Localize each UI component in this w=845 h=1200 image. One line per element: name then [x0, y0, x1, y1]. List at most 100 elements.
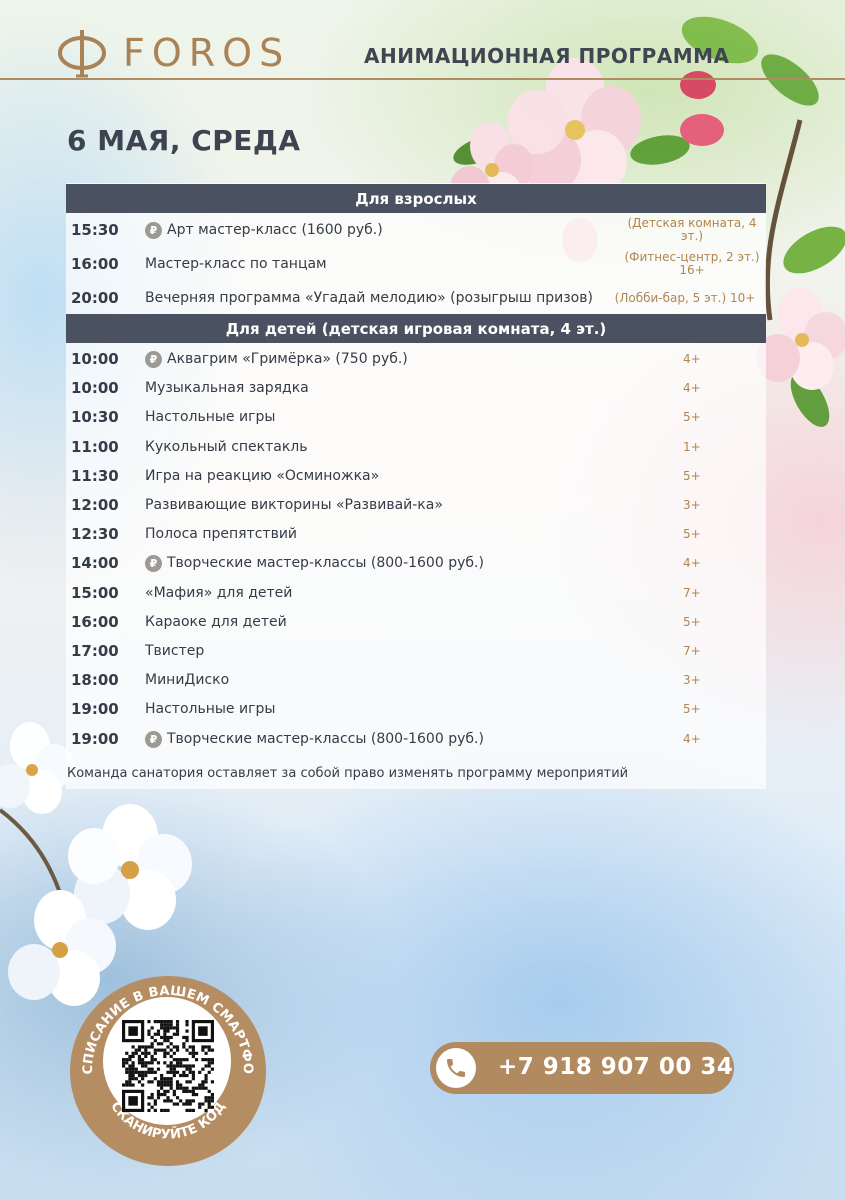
schedule-row: 17:00 Твистер 7+ [66, 637, 766, 665]
event-name: Кукольный спектакль [145, 439, 308, 455]
ruble-coin-icon: ₽ [145, 554, 162, 572]
age-limit: 5+ [683, 410, 701, 424]
event-name-text: Кукольный спектакль [145, 439, 308, 455]
event-time: 14:00 [71, 554, 119, 572]
event-name-text: Настольные игры [145, 409, 276, 425]
event-name-text: Полоса препятствий [145, 526, 298, 542]
event-time: 18:00 [71, 671, 119, 689]
age-limit: 5+ [683, 702, 701, 716]
phone-icon [436, 1048, 476, 1088]
event-place: (Фитнес-центр, 2 эт.) 16+ [624, 250, 760, 277]
schedule-row: 16:00 Караоке для детей 5+ [66, 608, 766, 636]
event-name: ₽ Творческие мастер-классы (800-1600 руб.… [145, 554, 484, 572]
event-name: Настольные игры [145, 701, 275, 717]
event-time: 12:30 [71, 525, 119, 543]
event-name: Вечерняя программа «Угадай мелодию» (роз… [145, 290, 593, 306]
event-time: 15:00 [71, 584, 119, 602]
program-title: АНИМАЦИОННАЯ ПРОГРАММА [364, 44, 730, 68]
event-name: «Мафия» для детей [145, 585, 292, 601]
qr-code[interactable] [122, 1020, 214, 1112]
event-time: 19:00 [71, 730, 119, 748]
schedule-row: 11:00 Кукольный спектакль 1+ [66, 433, 766, 461]
schedule-row: 12:00 Развивающие викторины «Развивай-ка»… [66, 491, 766, 519]
disclaimer-note: Команда санатория оставляет за собой пра… [67, 766, 629, 781]
age-limit: 5+ [683, 615, 701, 629]
event-time: 10:30 [71, 408, 119, 426]
schedule-row: 10:30 Настольные игры 5+ [66, 403, 766, 431]
event-name-text: «Мафия» для детей [145, 585, 293, 601]
age-limit: 7+ [683, 586, 701, 600]
age-limit: 4+ [683, 732, 701, 746]
event-name-text: Настольные игры [145, 701, 276, 717]
ruble-coin-icon: ₽ [145, 350, 162, 368]
event-time: 11:00 [71, 438, 119, 456]
event-time: 11:30 [71, 467, 119, 485]
event-name-text: Твистер [145, 643, 205, 659]
brand-logo: FOROS [55, 26, 290, 80]
event-name: Музыкальная зарядка [145, 380, 309, 396]
schedule-row: 10:00 Музыкальная зарядка 4+ [66, 374, 766, 402]
age-limit: 4+ [683, 352, 701, 366]
phone-number[interactable]: +7 918 907 00 34 [498, 1054, 733, 1080]
event-place: (Лобби-бар, 5 эт.) 10+ [614, 290, 756, 305]
event-name: МиниДиско [145, 672, 229, 688]
qr-badge: РАСПИСАНИЕ В ВАШЕМ СМАРТФОНЕ СКАНИРУЙТЕ … [70, 976, 266, 1166]
schedule-row: 18:00 МиниДиско 3+ [66, 666, 766, 694]
event-name-text: МиниДиско [145, 672, 230, 688]
event-time: 16:00 [71, 613, 119, 631]
age-limit: 1+ [683, 440, 701, 454]
event-name: Развивающие викторины «Развивай-ка» [145, 497, 443, 513]
age-limit: 5+ [683, 469, 701, 483]
schedule-row: 14:00 ₽ Творческие мастер-классы (800-1600… [66, 549, 766, 577]
event-time: 12:00 [71, 496, 119, 514]
ruble-coin-icon: ₽ [145, 730, 162, 748]
phone-contact-button[interactable]: +7 918 907 00 34 [430, 1042, 734, 1094]
age-limit: 5+ [683, 527, 701, 541]
age-limit: 4+ [683, 381, 701, 395]
event-time: 20:00 [71, 289, 119, 307]
event-name: Настольные игры [145, 409, 275, 425]
event-name: ₽ Арт мастер-класс (1600 руб.) [145, 221, 383, 239]
event-time: 10:00 [71, 379, 119, 397]
event-name: Мастер-класс по танцам [145, 256, 327, 272]
event-place: (Детская комната, 4 эт.) [627, 216, 757, 243]
event-time: 15:30 [71, 221, 119, 239]
event-name-text: Развивающие викторины «Развивай-ка» [145, 497, 443, 513]
event-name: Игра на реакцию «Осминожка» [145, 468, 379, 484]
event-time: 16:00 [71, 255, 119, 273]
event-name: Караоке для детей [145, 614, 287, 630]
schedule-row: 12:30 Полоса препятствий 5+ [66, 520, 766, 548]
event-name-text: Аквагрим «Гримёрка» (750 руб.) [167, 351, 408, 367]
foros-logo-mark-icon [58, 30, 106, 78]
schedule-row: 16:00 Мастер-класс по танцам (Фитнес-цен… [66, 250, 766, 278]
section-header-adults: Для взрослых [66, 184, 766, 213]
event-name: ₽ Аквагрим «Гримёрка» (750 руб.) [145, 350, 408, 368]
age-limit: 3+ [683, 673, 701, 687]
event-time: 10:00 [71, 350, 119, 368]
event-name: Твистер [145, 643, 204, 659]
event-name-text: Караоке для детей [145, 614, 287, 630]
age-limit: 7+ [683, 644, 701, 658]
schedule-row: 15:30 ₽ Арт мастер-класс (1600 руб.) (Де… [66, 216, 766, 244]
header-divider [0, 78, 845, 80]
event-name: ₽ Творческие мастер-классы (800-1600 руб.… [145, 730, 484, 748]
event-name-text: Творческие мастер-классы (800-1600 руб.) [167, 555, 484, 571]
event-name-text: Творческие мастер-классы (800-1600 руб.) [167, 731, 484, 747]
page-title: 6 МАЯ, СРЕДА [67, 124, 301, 157]
event-name-text: Музыкальная зарядка [145, 380, 309, 396]
schedule-row: 15:00 «Мафия» для детей 7+ [66, 579, 766, 607]
section-header-children: Для детей (детская игровая комната, 4 эт… [66, 314, 766, 343]
schedule-row: 19:00 Настольные игры 5+ [66, 695, 766, 723]
schedule-row: 19:00 ₽ Творческие мастер-классы (800-1600… [66, 725, 766, 753]
event-time: 19:00 [71, 700, 119, 718]
schedule-row: 20:00 Вечерняя программа «Угадай мелодию… [66, 284, 766, 312]
event-name-text: Игра на реакцию «Осминожка» [145, 468, 380, 484]
event-name-text: Арт мастер-класс (1600 руб.) [167, 222, 383, 238]
ruble-coin-icon: ₽ [145, 221, 162, 239]
brand-name: FOROS [123, 31, 291, 75]
event-time: 17:00 [71, 642, 119, 660]
age-limit: 3+ [683, 498, 701, 512]
schedule-row: 11:30 Игра на реакцию «Осминожка» 5+ [66, 462, 766, 490]
age-limit: 4+ [683, 556, 701, 570]
event-name: Полоса препятствий [145, 526, 297, 542]
